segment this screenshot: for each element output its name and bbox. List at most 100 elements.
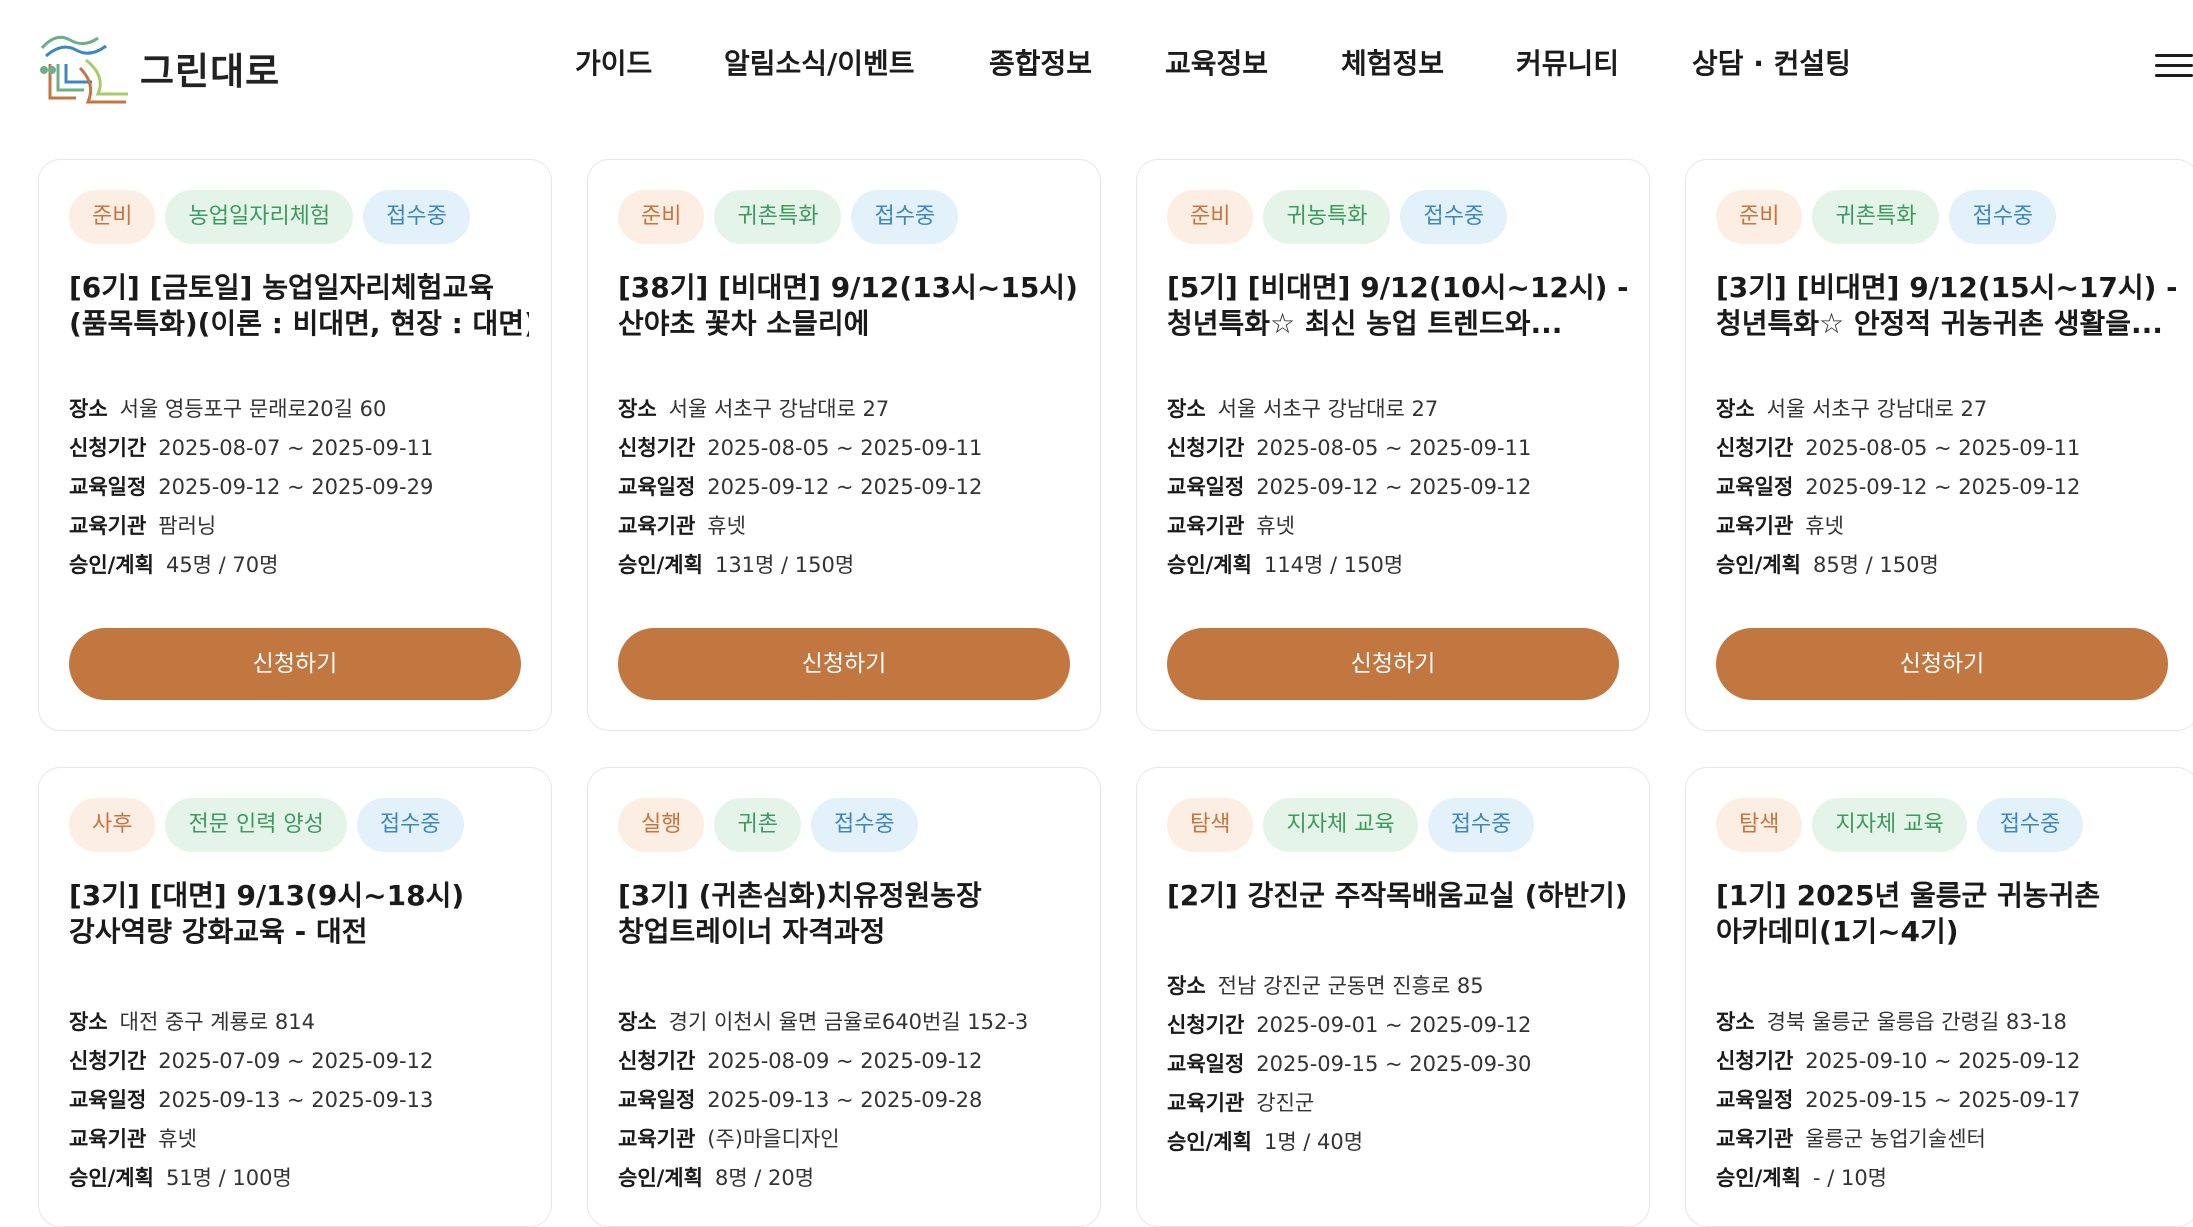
program-info: 장소 대전 중구 계룡로 814 신청기간 2025-07-09 ~ 2025-09… [69, 1003, 529, 1198]
info-label: 승인/계획 [618, 553, 703, 577]
info-value: 경기 이천시 율면 금율로640번길 152-3 [668, 1010, 1029, 1034]
info-value: 8명 / 20명 [714, 1166, 815, 1190]
info-value: 2025-09-12 ~ 2025-09-12 [707, 475, 983, 499]
program-card: 준비 귀촌특화 접수중 [3기] [비대면] 9/12(15시~17시) - ☆… [1685, 159, 2193, 731]
info-label: 교육기관 [69, 514, 147, 538]
info-value: 2025-08-07 ~ 2025-09-11 [158, 436, 434, 460]
info-edu-schedule: 교육일정 2025-09-15 ~ 2025-09-17 [1716, 1081, 2176, 1120]
program-card-grid: 준비 농업일자리체험 접수중 [6기] [금토일] 농업일자리체험교육 (품목특… [0, 0, 2193, 1227]
program-info: 장소 서울 서초구 강남대로 27 신청기간 2025-08-05 ~ 2025-0… [1716, 390, 2176, 585]
category-tag: 전문 인력 양성 [165, 798, 347, 852]
info-label: 교육일정 [1716, 1088, 1794, 1112]
info-institution: 교육기관 (주)마을디자인 [618, 1120, 1078, 1159]
info-value: 휴넷 [707, 514, 746, 538]
info-approval: 승인/계획 114명 / 150명 [1167, 546, 1627, 585]
info-value: 2025-09-13 ~ 2025-09-28 [707, 1088, 983, 1112]
info-label: 승인/계획 [1167, 553, 1252, 577]
info-edu-schedule: 교육일정 2025-09-12 ~ 2025-09-29 [69, 468, 529, 507]
title-line: [2기] 강진군 주작목배움교실 (하반기) [1167, 879, 1627, 912]
info-value: 2025-09-15 ~ 2025-09-30 [1256, 1052, 1532, 1076]
info-label: 신청기간 [1167, 1013, 1245, 1037]
info-place: 장소 대전 중구 계룡로 814 [69, 1003, 529, 1042]
info-label: 장소 [1716, 1010, 1755, 1034]
status-tag: 접수중 [1976, 798, 2084, 852]
title-line: [3기] (귀촌심화)치유정원농장 [618, 879, 982, 912]
info-label: 교육기관 [618, 1127, 696, 1151]
info-institution: 교육기관 팜러닝 [69, 507, 529, 546]
title-line: [3기] [비대면] 9/12(15시~17시) - ☆ [1716, 271, 2176, 304]
title-line: (품목특화)(이론 : 비대면, 현장 : 대면) [69, 307, 529, 340]
info-value: 서울 서초구 강남대로 27 [1766, 397, 1988, 421]
info-value: 대전 중구 계룡로 814 [119, 1010, 315, 1034]
program-title[interactable]: [6기] [금토일] 농업일자리체험교육 (품목특화)(이론 : 비대면, 현장… [69, 270, 529, 342]
info-value: 팜러닝 [158, 514, 217, 538]
stage-tag: 준비 [69, 190, 156, 244]
info-label: 교육일정 [618, 475, 696, 499]
program-title[interactable]: [38기] [비대면] 9/12(13시~15시) - 산야초 꽃차 소믈리에 [618, 270, 1078, 342]
stage-tag: 사후 [69, 798, 156, 852]
title-line: 창업트레이너 자격과정 [618, 915, 886, 948]
info-approval: 승인/계획 - / 10명 [1716, 1159, 2176, 1198]
info-institution: 교육기관 휴넷 [1167, 507, 1627, 546]
title-line: 산야초 꽃차 소믈리에 [618, 307, 870, 340]
info-value: 2025-09-10 ~ 2025-09-12 [1805, 1049, 2081, 1073]
info-institution: 교육기관 강진군 [1167, 1084, 1627, 1123]
info-value: 전남 강진군 군동면 진흥로 85 [1217, 974, 1484, 998]
category-tag: 농업일자리체험 [165, 190, 354, 244]
title-line: 아카데미(1기~4기) [1716, 915, 1959, 948]
info-value: 45명 / 70명 [165, 553, 279, 577]
category-tag: 귀농특화 [1263, 190, 1391, 244]
program-card: 실행 귀촌 접수중 [3기] (귀촌심화)치유정원농장 창업트레이너 자격과정 … [587, 767, 1101, 1227]
info-label: 신청기간 [1716, 436, 1794, 460]
info-place: 장소 서울 서초구 강남대로 27 [1716, 390, 2176, 429]
info-apply-period: 신청기간 2025-09-01 ~ 2025-09-12 [1167, 1006, 1627, 1045]
info-place: 장소 경북 울릉군 울릉읍 간령길 83-18 [1716, 1003, 2176, 1042]
program-title[interactable]: [3기] [비대면] 9/12(15시~17시) - ☆ 청년특화☆ 안정적 귀… [1716, 270, 2176, 342]
info-label: 장소 [618, 397, 657, 421]
apply-button[interactable]: 신청하기 [69, 628, 521, 700]
info-label: 장소 [618, 1010, 657, 1034]
info-value: 경북 울릉군 울릉읍 간령길 83-18 [1766, 1010, 2067, 1034]
info-value: 2025-09-12 ~ 2025-09-12 [1805, 475, 2081, 499]
info-value: 2025-08-05 ~ 2025-09-11 [707, 436, 983, 460]
info-value: 서울 서초구 강남대로 27 [1217, 397, 1439, 421]
apply-button[interactable]: 신청하기 [618, 628, 1070, 700]
info-value: 131명 / 150명 [714, 553, 855, 577]
program-info: 장소 경기 이천시 율면 금율로640번길 152-3 신청기간 2025-08-0… [618, 1003, 1078, 1198]
info-apply-period: 신청기간 2025-08-07 ~ 2025-09-11 [69, 429, 529, 468]
info-value: 2025-09-15 ~ 2025-09-17 [1805, 1088, 2081, 1112]
status-tag: 접수중 [1400, 190, 1508, 244]
program-title[interactable]: [3기] [대면] 9/13(9시~18시) 강사역량 강화교육 - 대전 [69, 878, 529, 950]
title-line: 청년특화☆ 최신 농업 트렌드와... [1167, 307, 1563, 340]
info-place: 장소 경기 이천시 율면 금율로640번길 152-3 [618, 1003, 1078, 1042]
info-label: 교육일정 [1167, 1052, 1245, 1076]
program-title[interactable]: [1기] 2025년 울릉군 귀농귀촌 아카데미(1기~4기) [1716, 878, 2176, 950]
info-institution: 교육기관 휴넷 [1716, 507, 2176, 546]
info-apply-period: 신청기간 2025-09-10 ~ 2025-09-12 [1716, 1042, 2176, 1081]
info-apply-period: 신청기간 2025-08-05 ~ 2025-09-11 [618, 429, 1078, 468]
info-place: 장소 서울 서초구 강남대로 27 [618, 390, 1078, 429]
info-edu-schedule: 교육일정 2025-09-12 ~ 2025-09-12 [618, 468, 1078, 507]
program-title[interactable]: [3기] (귀촌심화)치유정원농장 창업트레이너 자격과정 [618, 878, 1078, 950]
info-value: 울릉군 농업기술센터 [1805, 1127, 1986, 1151]
program-title[interactable]: [5기] [비대면] 9/12(10시~12시) - ☆ 청년특화☆ 최신 농업… [1167, 270, 1627, 342]
apply-button[interactable]: 신청하기 [1167, 628, 1619, 700]
title-line: 청년특화☆ 안정적 귀농귀촌 생활을... [1716, 307, 2163, 340]
info-approval: 승인/계획 45명 / 70명 [69, 546, 529, 585]
stage-tag: 탐색 [1716, 798, 1803, 852]
info-place: 장소 서울 영등포구 문래로20길 60 [69, 390, 529, 429]
apply-button[interactable]: 신청하기 [1716, 628, 2168, 700]
info-label: 장소 [69, 1010, 108, 1034]
info-apply-period: 신청기간 2025-07-09 ~ 2025-09-12 [69, 1042, 529, 1081]
program-title[interactable]: [2기] 강진군 주작목배움교실 (하반기) [1167, 878, 1627, 914]
info-label: 신청기간 [618, 1049, 696, 1073]
program-card: 탐색 지자체 교육 접수중 [2기] 강진군 주작목배움교실 (하반기) 장소 전… [1136, 767, 1650, 1227]
info-value: 강진군 [1256, 1091, 1315, 1115]
info-label: 교육일정 [1167, 475, 1245, 499]
stage-tag: 준비 [618, 190, 705, 244]
info-approval: 승인/계획 8명 / 20명 [618, 1159, 1078, 1198]
info-label: 신청기간 [1716, 1049, 1794, 1073]
info-value: 2025-09-12 ~ 2025-09-12 [1256, 475, 1532, 499]
info-label: 승인/계획 [618, 1166, 703, 1190]
info-approval: 승인/계획 85명 / 150명 [1716, 546, 2176, 585]
